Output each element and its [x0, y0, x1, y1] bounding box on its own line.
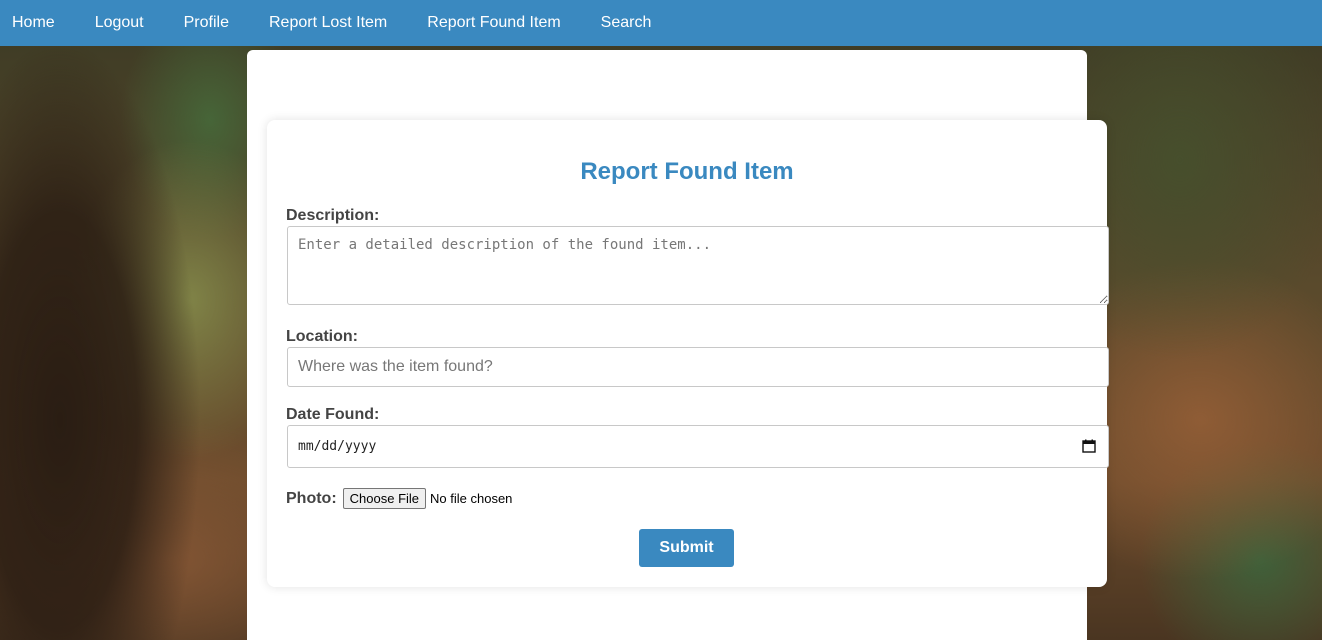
description-label: Description:	[286, 207, 380, 224]
nav-home-link[interactable]: Home	[0, 0, 75, 46]
report-found-form: Report Found Item Description: Location:…	[267, 120, 1109, 587]
file-status-text: No file chosen	[430, 491, 513, 506]
nav-report-lost-link[interactable]: Report Lost Item	[249, 0, 407, 46]
nav-profile-link[interactable]: Profile	[164, 0, 249, 46]
calendar-icon[interactable]	[1082, 439, 1096, 453]
photo-label: Photo:	[286, 489, 337, 507]
nav-report-found-link[interactable]: Report Found Item	[407, 0, 580, 46]
submit-button[interactable]: Submit	[639, 529, 734, 567]
location-label: Location:	[286, 328, 358, 345]
date-found-input[interactable]: mm/dd/yyyy	[287, 425, 1109, 468]
date-found-label: Date Found:	[286, 406, 380, 423]
photo-row: Photo: Choose File No file chosen	[286, 488, 512, 509]
description-textarea[interactable]	[287, 226, 1109, 305]
top-navbar: Home Logout Profile Report Lost Item Rep…	[0, 0, 1322, 46]
location-input[interactable]	[287, 347, 1109, 387]
date-found-value: mm/dd/yyyy	[298, 439, 377, 454]
nav-search-link[interactable]: Search	[581, 0, 672, 46]
form-title: Report Found Item	[580, 158, 794, 185]
choose-file-button[interactable]: Choose File	[342, 488, 427, 509]
nav-logout-link[interactable]: Logout	[75, 0, 164, 46]
